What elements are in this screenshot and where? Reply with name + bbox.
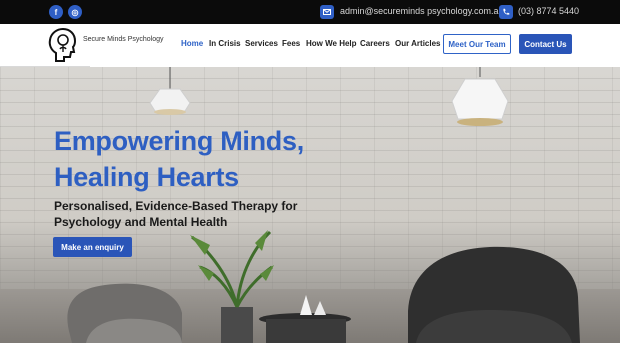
nav-careers[interactable]: Careers [360,39,390,48]
nav-services[interactable]: Services [245,39,278,48]
contact-us-button[interactable]: Contact Us [519,34,572,54]
nav-our-articles[interactable]: Our Articles [395,39,441,48]
nav-home[interactable]: Home [181,39,203,48]
email-link[interactable]: admin@secureminds psychology.com.au [340,6,504,16]
hero-section: Empowering Minds, Healing Hearts Persona… [0,67,620,343]
meet-our-team-button[interactable]: Meet Our Team [443,34,511,54]
facebook-icon[interactable]: f [49,5,63,19]
phone-link[interactable]: (03) 8774 5440 [518,6,579,16]
brain-logo-icon[interactable] [48,27,77,62]
make-an-enquiry-button[interactable]: Make an enquiry [53,237,132,257]
hero-headline-line-1: Empowering Minds, [54,126,304,156]
instagram-icon[interactable]: ◎ [68,5,82,19]
nav-in-crisis[interactable]: In Crisis [209,39,241,48]
site-header: Secure Minds Psychology Home In Crisis S… [0,24,620,67]
nav-how-we-help[interactable]: How We Help [306,39,357,48]
hero-subtitle-line-2: Psychology and Mental Health [54,215,228,229]
brand-name[interactable]: Secure Minds Psychology [83,36,164,43]
nav-fees[interactable]: Fees [282,39,300,48]
top-bar: f ◎ admin@secureminds psychology.com.au … [0,0,620,24]
phone-icon[interactable] [499,5,513,19]
mail-icon[interactable] [320,5,334,19]
hero-headline-line-2: Healing Hearts [54,162,239,192]
hero-subtitle-line-1: Personalised, Evidence-Based Therapy for [54,199,298,213]
